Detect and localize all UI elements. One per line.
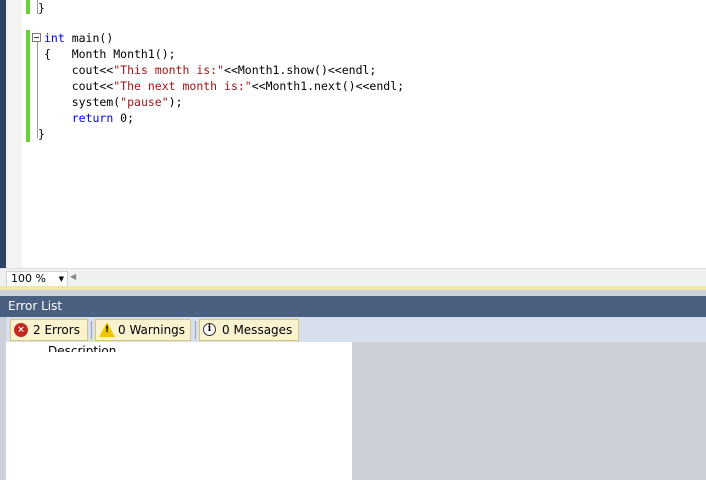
- code-text: cout<<: [44, 79, 114, 93]
- code-text: );: [168, 95, 183, 109]
- code-text: cout<<: [44, 63, 114, 77]
- code-line-cout-next: cout<<"The next month is:"<<Month1.next(…: [44, 78, 404, 94]
- code-line-close-brace-prev: }: [38, 0, 45, 16]
- info-circle-icon: i: [203, 323, 216, 336]
- code-string: "pause": [120, 95, 169, 109]
- toolbar-separator: [195, 321, 196, 339]
- description-column-label: Description: [48, 344, 117, 352]
- panel-splitter[interactable]: [0, 286, 706, 290]
- code-line-cout-show: cout<<"This month is:"<<Month1.show()<<e…: [44, 62, 377, 78]
- errors-filter-button[interactable]: × 2 Errors: [10, 319, 88, 341]
- code-text: <<Month1.next()<<endl;: [251, 79, 405, 93]
- selection-margin[interactable]: [6, 0, 22, 268]
- messages-filter-label: 0 Messages: [222, 323, 293, 337]
- description-column-header[interactable]: Description: [6, 342, 352, 352]
- code-string: "This month is:": [113, 63, 225, 77]
- change-tracking-bar-top: [26, 0, 30, 14]
- outline-line-main: [37, 42, 38, 138]
- code-line-system-pause: system("pause");: [44, 94, 183, 110]
- change-tracking-bar: [26, 30, 30, 142]
- code-line-open-brace: { Month Month1();: [44, 46, 176, 62]
- error-list-title-bar: Error List: [0, 296, 706, 317]
- editor-status-bar: [0, 268, 706, 287]
- code-text: }: [38, 127, 45, 141]
- error-circle-icon: ×: [14, 323, 28, 337]
- code-text: <<Month1.show()<<endl;: [224, 63, 377, 77]
- toolbar-separator: [91, 321, 92, 339]
- warning-exclamation: !: [105, 325, 110, 335]
- error-list-title: Error List: [8, 299, 63, 313]
- code-keyword: int: [44, 31, 65, 45]
- zoom-dropdown[interactable]: 100 % ▼: [6, 271, 68, 287]
- code-text: main(): [64, 31, 114, 45]
- code-text: { Month Month1();: [44, 47, 176, 61]
- warnings-filter-label: 0 Warnings: [118, 323, 186, 337]
- scroll-left-icon[interactable]: ◀: [70, 272, 76, 281]
- code-line-close-brace-main: }: [38, 126, 45, 142]
- code-text: 0;: [113, 111, 135, 125]
- chevron-down-icon: ▼: [58, 275, 64, 283]
- zoom-value: 100 %: [11, 272, 46, 285]
- warnings-filter-button[interactable]: ! 0 Warnings: [95, 319, 191, 341]
- code-text: system(: [44, 95, 121, 109]
- error-list-grid[interactable]: [6, 342, 352, 480]
- collapse-toggle-icon[interactable]: [32, 33, 41, 42]
- code-line-return-zero: return 0;: [44, 110, 134, 126]
- errors-filter-label: 2 Errors: [33, 323, 80, 337]
- messages-filter-button[interactable]: i 0 Messages: [199, 319, 299, 341]
- code-line-main-signature: int main(): [44, 30, 113, 46]
- code-string: "The next month is:": [113, 79, 252, 93]
- code-keyword: return: [71, 111, 114, 125]
- code-text: }: [38, 1, 45, 15]
